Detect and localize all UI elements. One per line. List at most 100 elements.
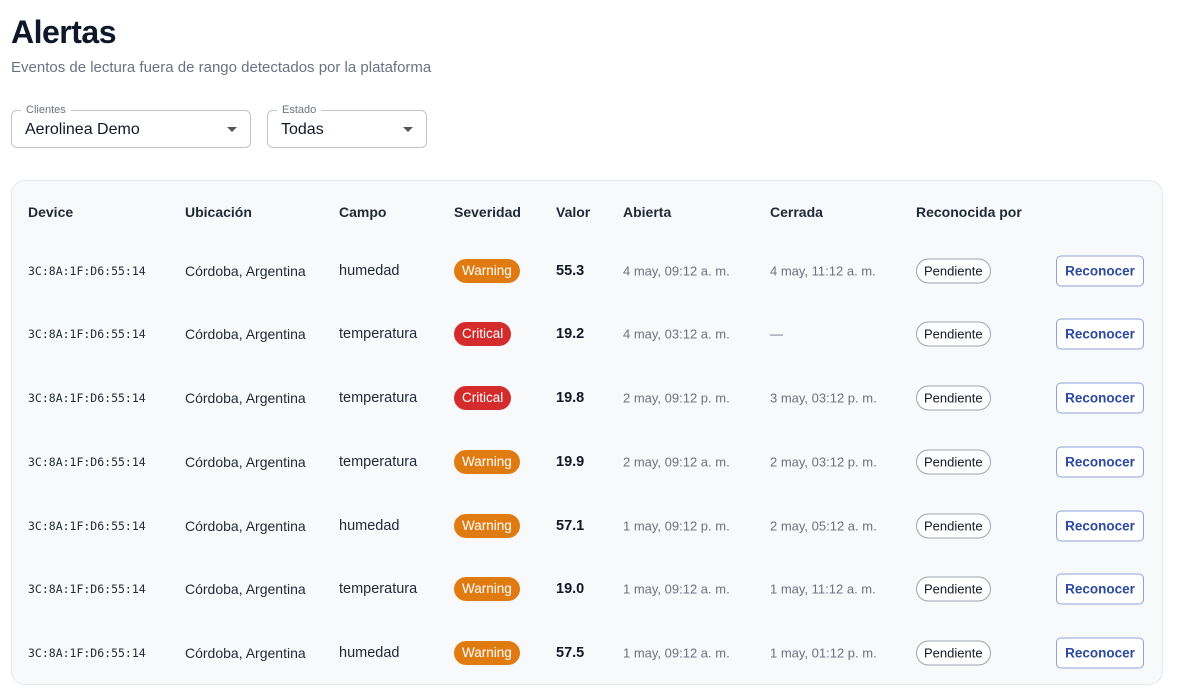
column-header-device: Device bbox=[28, 204, 74, 220]
severity-badge: Critical bbox=[454, 386, 512, 410]
table-row: 3C:8A:1F:D6:55:14 Córdoba, Argentina tempe… bbox=[12, 366, 1162, 430]
campo: humedad bbox=[339, 263, 400, 279]
table-row: 3C:8A:1F:D6:55:14 Córdoba, Argentina humed… bbox=[12, 239, 1162, 303]
cerrada-time: 1 may, 11:12 a. m. bbox=[770, 581, 876, 597]
column-header-reconocida-por: Reconocida por bbox=[916, 204, 1022, 220]
severity-badge: Critical bbox=[454, 322, 512, 346]
device-id: 3C:8A:1F:D6:55:14 bbox=[28, 327, 146, 341]
action-cell: Reconocer bbox=[1056, 573, 1144, 605]
cerrada-time: 2 may, 03:12 p. m. bbox=[770, 454, 877, 470]
ubicacion: Córdoba, Argentina bbox=[185, 326, 306, 342]
status-chip: Pendiente bbox=[916, 385, 991, 411]
clientes-select-value: Aerolinea Demo bbox=[25, 121, 140, 138]
reconocer-button[interactable]: Reconocer bbox=[1056, 255, 1144, 287]
campo: humedad bbox=[339, 645, 400, 661]
status-chip: Pendiente bbox=[916, 640, 991, 666]
reconocer-button[interactable]: Reconocer bbox=[1056, 573, 1144, 605]
reconocer-button[interactable]: Reconocer bbox=[1056, 382, 1144, 414]
severity-cell: Warning bbox=[454, 577, 520, 601]
action-cell: Reconocer bbox=[1056, 255, 1144, 287]
status-chip: Pendiente bbox=[916, 513, 991, 539]
action-cell: Reconocer bbox=[1056, 318, 1144, 350]
reconocer-button[interactable]: Reconocer bbox=[1056, 318, 1144, 350]
reconocer-button[interactable]: Reconocer bbox=[1056, 637, 1144, 669]
alerts-table: Device Ubicación Campo Severidad Valor A… bbox=[11, 180, 1163, 685]
reconocida-cell: Pendiente bbox=[916, 385, 991, 411]
cerrada-time: 1 may, 01:12 p. m. bbox=[770, 645, 877, 661]
reconocida-cell: Pendiente bbox=[916, 576, 991, 602]
abierta-time: 1 may, 09:12 a. m. bbox=[623, 581, 730, 597]
abierta-time: 2 may, 09:12 a. m. bbox=[623, 454, 730, 470]
page-title: Alertas bbox=[11, 14, 117, 50]
severity-badge: Warning bbox=[454, 450, 520, 474]
column-header-valor: Valor bbox=[556, 204, 591, 220]
severity-cell: Critical bbox=[454, 322, 512, 346]
ubicacion: Córdoba, Argentina bbox=[185, 581, 306, 597]
severity-cell: Warning bbox=[454, 259, 520, 283]
action-cell: Reconocer bbox=[1056, 382, 1144, 414]
valor: 57.5 bbox=[556, 645, 585, 661]
severity-badge: Warning bbox=[454, 641, 520, 665]
abierta-time: 2 may, 09:12 p. m. bbox=[623, 390, 730, 406]
action-cell: Reconocer bbox=[1056, 446, 1144, 478]
cerrada-time: 3 may, 03:12 p. m. bbox=[770, 390, 877, 406]
action-cell: Reconocer bbox=[1056, 637, 1144, 669]
abierta-time: 4 may, 03:12 a. m. bbox=[623, 326, 730, 342]
campo: temperatura bbox=[339, 581, 418, 597]
severity-badge: Warning bbox=[454, 514, 520, 538]
device-id: 3C:8A:1F:D6:55:14 bbox=[28, 455, 146, 469]
reconocida-cell: Pendiente bbox=[916, 640, 991, 666]
estado-select-label: Estado bbox=[277, 103, 322, 117]
cerrada-time: 2 may, 05:12 a. m. bbox=[770, 518, 877, 534]
reconocida-cell: Pendiente bbox=[916, 258, 991, 284]
severity-cell: Warning bbox=[454, 514, 520, 538]
severity-cell: Critical bbox=[454, 386, 512, 410]
severity-badge: Warning bbox=[454, 259, 520, 283]
campo: temperatura bbox=[339, 326, 418, 342]
ubicacion: Córdoba, Argentina bbox=[185, 645, 306, 661]
caret-down-icon bbox=[227, 127, 237, 132]
reconocer-button[interactable]: Reconocer bbox=[1056, 446, 1144, 478]
column-header-campo: Campo bbox=[339, 204, 387, 220]
device-id: 3C:8A:1F:D6:55:14 bbox=[28, 582, 146, 596]
table-row: 3C:8A:1F:D6:55:14 Córdoba, Argentina humed… bbox=[12, 621, 1162, 684]
table-row: 3C:8A:1F:D6:55:14 Córdoba, Argentina tempe… bbox=[12, 430, 1162, 494]
ubicacion: Córdoba, Argentina bbox=[185, 390, 306, 406]
ubicacion: Córdoba, Argentina bbox=[185, 454, 306, 470]
abierta-time: 1 may, 09:12 a. m. bbox=[623, 645, 730, 661]
column-header-abierta: Abierta bbox=[623, 204, 672, 220]
abierta-time: 1 may, 09:12 p. m. bbox=[623, 518, 730, 534]
severity-cell: Warning bbox=[454, 641, 520, 665]
clientes-select-label: Clientes bbox=[21, 103, 71, 117]
table-row: 3C:8A:1F:D6:55:14 Córdoba, Argentina humed… bbox=[12, 494, 1162, 558]
device-id: 3C:8A:1F:D6:55:14 bbox=[28, 519, 146, 533]
action-cell: Reconocer bbox=[1056, 510, 1144, 542]
device-id: 3C:8A:1F:D6:55:14 bbox=[28, 646, 146, 660]
status-chip: Pendiente bbox=[916, 321, 991, 347]
column-header-severidad: Severidad bbox=[454, 204, 521, 220]
valor: 19.0 bbox=[556, 581, 585, 597]
caret-down-icon bbox=[403, 127, 413, 132]
campo: temperatura bbox=[339, 390, 418, 406]
device-id: 3C:8A:1F:D6:55:14 bbox=[28, 264, 146, 278]
severity-cell: Warning bbox=[454, 450, 520, 474]
cerrada-time: 4 may, 11:12 a. m. bbox=[770, 263, 876, 279]
abierta-time: 4 may, 09:12 a. m. bbox=[623, 263, 730, 279]
ubicacion: Córdoba, Argentina bbox=[185, 263, 306, 279]
reconocida-cell: Pendiente bbox=[916, 321, 991, 347]
column-header-ubicacion: Ubicación bbox=[185, 204, 252, 220]
estado-select[interactable]: Estado Todas bbox=[267, 103, 427, 148]
valor: 57.1 bbox=[556, 518, 585, 534]
valor: 19.2 bbox=[556, 326, 585, 342]
severity-badge: Warning bbox=[454, 577, 520, 601]
cerrada-time: — bbox=[770, 326, 783, 342]
valor: 19.8 bbox=[556, 390, 585, 406]
valor: 55.3 bbox=[556, 263, 585, 279]
reconocer-button[interactable]: Reconocer bbox=[1056, 510, 1144, 542]
campo: humedad bbox=[339, 518, 400, 534]
campo: temperatura bbox=[339, 454, 418, 470]
column-header-cerrada: Cerrada bbox=[770, 204, 823, 220]
clientes-select[interactable]: Clientes Aerolinea Demo bbox=[11, 103, 251, 148]
status-chip: Pendiente bbox=[916, 258, 991, 284]
table-row: 3C:8A:1F:D6:55:14 Córdoba, Argentina tempe… bbox=[12, 557, 1162, 621]
